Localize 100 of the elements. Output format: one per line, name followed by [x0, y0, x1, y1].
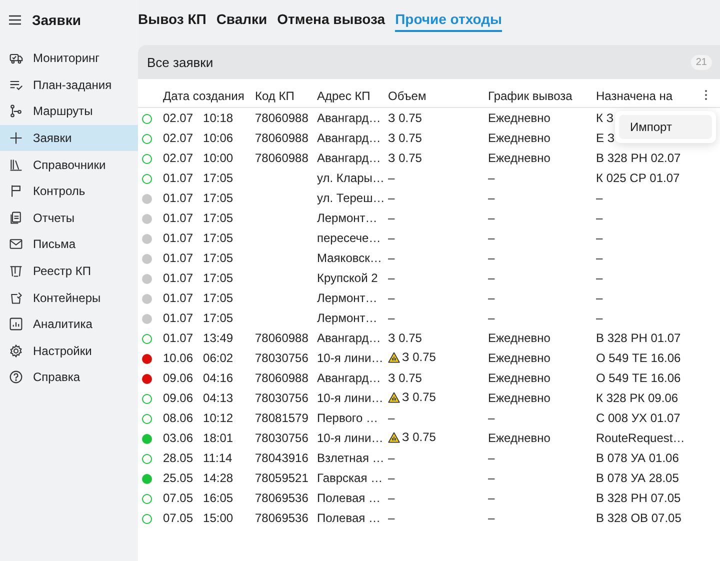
sidebar-item[interactable]: План-задания: [0, 72, 138, 98]
sidebar-label: Реестр КП: [33, 264, 91, 278]
schedule-cell: –: [488, 491, 495, 505]
column-header[interactable]: Назначена на: [596, 89, 673, 103]
table-row[interactable]: 07.05 16:05 78069536 Полевая … – – В 328 РН 07.05: [138, 488, 720, 508]
time-cell: 17:05: [203, 211, 234, 225]
sidebar-label: Заявки: [33, 131, 72, 146]
date-cell: 01.07: [163, 271, 194, 285]
address-cell: Авангард…: [317, 371, 381, 385]
time-cell: 10:12: [203, 411, 234, 425]
address-cell: пересече…: [317, 231, 381, 245]
schedule-cell: Ежедневно: [488, 351, 550, 365]
table-row[interactable]: 01.07 17:05 пересече… – – –: [138, 228, 720, 248]
sidebar-label: Настройки: [33, 344, 92, 358]
date-cell: 02.07: [163, 111, 194, 125]
schedule-cell: Ежедневно: [488, 391, 550, 405]
sidebar-item[interactable]: Настройки: [0, 338, 138, 364]
address-cell: 10-я лини…: [317, 351, 384, 365]
sidebar-item[interactable]: Контроль: [0, 178, 138, 205]
address-cell: Авангард…: [317, 111, 381, 125]
volume-cell: –: [388, 471, 395, 485]
assigned-cell: В 328 РН 02.07: [596, 151, 681, 165]
column-header[interactable]: Адрес КП: [317, 89, 370, 103]
code-cell: 78059521: [255, 471, 308, 485]
time-cell: 14:28: [203, 471, 234, 485]
table-row[interactable]: 01.07 17:05 ул. Тереш… – – –: [138, 188, 720, 208]
sidebar-item[interactable]: Справка: [0, 364, 138, 391]
schedule-cell: Ежедневно: [488, 371, 550, 385]
table-row[interactable]: 09.06 04:16 78060988 Авангард… З 0.75 Ежедневно О 549 ТЕ 16.06: [138, 368, 720, 388]
table-row[interactable]: 02.07 10:00 78060988 Авангард… З 0.75 Ежедневно В 328 РН 02.07: [138, 148, 720, 168]
assigned-cell: –: [596, 251, 603, 265]
sidebar-item[interactable]: Письма: [0, 231, 138, 258]
table-row[interactable]: 01.07 17:05 Лермонт… – – –: [138, 288, 720, 308]
schedule-cell: Ежедневно: [488, 331, 550, 345]
column-header[interactable]: Объем: [388, 89, 426, 103]
assigned-cell: В 078 УА 28.05: [596, 471, 679, 485]
assigned-cell: В 328 ОВ 07.05: [596, 511, 682, 525]
assigned-cell: –: [596, 311, 603, 325]
code-cell: 78060988: [255, 151, 308, 165]
menu-icon[interactable]: [8, 14, 22, 26]
assigned-cell: К 025 СР 01.07: [596, 171, 680, 185]
table-row[interactable]: 07.05 15:00 78069536 Полевая … – – В 328 ОВ 07.05: [138, 508, 720, 528]
address-cell: ул. Тереш…: [317, 191, 385, 205]
sidebar-item[interactable]: Реестр КП: [0, 258, 138, 284]
assigned-cell: Е З: [596, 131, 615, 145]
sidebar-item[interactable]: Отчеты: [0, 204, 138, 232]
sidebar-label: Аналитика: [33, 317, 92, 332]
table-row[interactable]: 09.06 04:13 78030756 10-я лини… З 0.75 Ежедневно К 328 РК 09.06: [138, 388, 720, 408]
table-row[interactable]: 01.07 17:05 Крупской 2 – – –: [138, 268, 720, 288]
time-cell: 13:49: [203, 331, 234, 345]
time-cell: 17:05: [203, 251, 234, 265]
assigned-cell: –: [596, 231, 603, 245]
sidebar-item[interactable]: Заявки: [0, 124, 138, 152]
panel-title: Все заявки: [147, 54, 214, 70]
sidebar-item[interactable]: Справочники: [0, 151, 138, 178]
time-cell: 06:02: [203, 351, 234, 365]
volume-cell: З 0.75: [402, 390, 436, 404]
volume-cell: –: [388, 491, 395, 505]
sidebar-item[interactable]: Аналитика: [0, 310, 138, 338]
sidebar-item[interactable]: Контейнеры: [0, 284, 138, 311]
settings-icon: [9, 344, 23, 358]
menu-item[interactable]: Импорт: [619, 115, 712, 139]
table-row[interactable]: 01.07 17:05 Лермонт… – – –: [138, 308, 720, 328]
table-row[interactable]: 10.06 06:02 78030756 10-я лини… З 0.75 Ежедневно О 549 ТЕ 16.06: [138, 348, 720, 368]
date-cell: 01.07: [163, 291, 194, 305]
table-row[interactable]: 03.06 18:01 78030756 10-я лини… З 0.75 Ежедневно RouteRequest…: [138, 428, 720, 448]
schedule-cell: –: [488, 451, 495, 465]
column-header[interactable]: Код КП: [255, 89, 294, 103]
tab[interactable]: Отмена вывоза: [277, 8, 386, 32]
volume-cell: –: [388, 271, 395, 285]
tab[interactable]: Свалки: [216, 8, 268, 32]
table-row[interactable]: 01.07 17:05 Лермонт… – – –: [138, 208, 720, 228]
container-icon: [9, 290, 23, 305]
table-row[interactable]: 01.07 17:05 Маяковск… – – –: [138, 248, 720, 268]
more-icon[interactable]: [704, 88, 708, 100]
assigned-cell: –: [596, 211, 603, 225]
time-cell: 15:00: [203, 511, 234, 525]
address-cell: Лермонт…: [317, 291, 378, 305]
assigned-cell: К 328 РК 09.06: [596, 391, 678, 405]
table-row[interactable]: 28.05 11:14 78043916 Взлетная … – – В 078 УА 01.06: [138, 448, 720, 468]
table-row[interactable]: 01.07 17:05 ул. Клары… – – К 025 СР 01.07: [138, 168, 720, 188]
date-cell: 08.06: [163, 411, 194, 425]
sidebar-item[interactable]: Мониторинг: [0, 45, 138, 72]
schedule-cell: Ежедневно: [488, 111, 550, 125]
table-row[interactable]: 25.05 14:28 78059521 Гаврская … – – В 078 УА 28.05: [138, 468, 720, 488]
sidebar-item[interactable]: Маршруты: [0, 98, 138, 125]
code-cell: 78060988: [255, 131, 308, 145]
schedule-cell: –: [488, 231, 495, 245]
tab[interactable]: Вывоз КП: [138, 8, 206, 32]
date-cell: 01.07: [163, 331, 194, 345]
route-icon: [9, 104, 23, 118]
column-header[interactable]: График вывоза: [488, 89, 572, 103]
schedule-cell: –: [488, 171, 495, 185]
table-row[interactable]: 08.06 10:12 78081579 Первого … – – С 008 УХ 01.07: [138, 408, 720, 428]
column-header[interactable]: Дата создания: [163, 89, 244, 103]
time-cell: 18:01: [203, 431, 234, 445]
date-cell: 01.07: [163, 311, 194, 325]
volume-cell: –: [388, 411, 395, 425]
volume-cell: –: [388, 231, 395, 245]
table-row[interactable]: 01.07 13:49 78060988 Авангард… З 0.75 Ежедневно В 328 РН 01.07: [138, 328, 720, 348]
